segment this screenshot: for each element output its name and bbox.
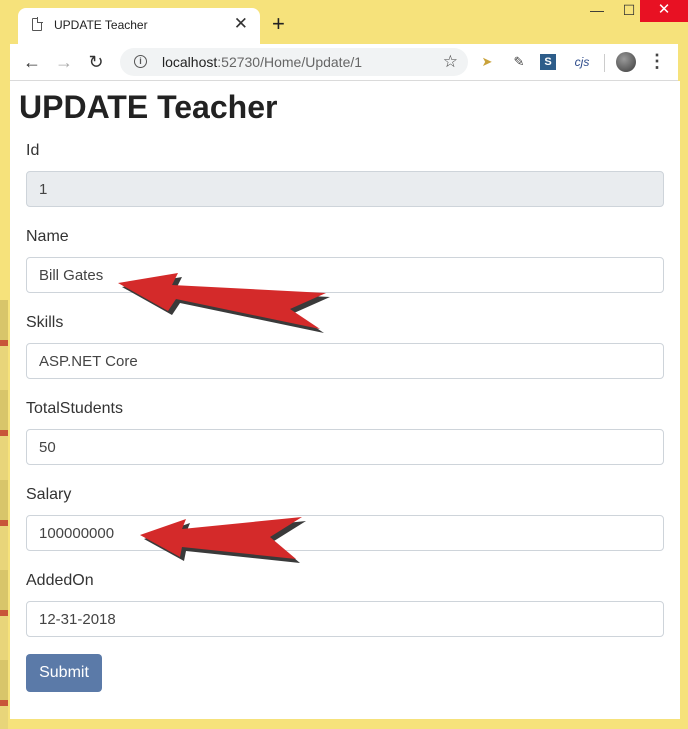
extension-tag-icon[interactable]: ➤ — [478, 52, 496, 72]
tab-strip: UPDATE Teacher ✕ + — ☐ ✕ — [0, 0, 688, 44]
name-field[interactable] — [26, 257, 664, 293]
name-label: Name — [26, 228, 69, 245]
desktop-edge — [0, 300, 8, 729]
tab-title: UPDATE Teacher — [54, 18, 148, 32]
close-icon[interactable]: ✕ — [234, 14, 248, 34]
extension-brush-icon[interactable]: ✎ — [510, 52, 528, 72]
submit-button[interactable]: Submit — [26, 654, 102, 692]
plus-icon[interactable]: + — [272, 12, 285, 36]
skills-field[interactable] — [26, 343, 664, 379]
skills-label: Skills — [26, 314, 64, 331]
back-icon[interactable]: ← — [20, 50, 44, 74]
page-title: UPDATE Teacher — [19, 89, 278, 125]
salary-field[interactable] — [26, 515, 664, 551]
page-icon — [32, 17, 43, 31]
url-text[interactable]: localhost:52730/Home/Update/1 — [162, 54, 362, 70]
added-on-label: AddedOn — [26, 572, 94, 589]
profile-avatar[interactable] — [616, 52, 636, 72]
total-students-field[interactable] — [26, 429, 664, 465]
page-content: UPDATE Teacher Id Name Skills TotalStude… — [10, 81, 680, 719]
browser-window: UPDATE Teacher ✕ + — ☐ ✕ ← → ↻ i localho… — [0, 0, 688, 729]
star-icon[interactable]: ☆ — [443, 52, 458, 72]
minimize-button[interactable]: — — [580, 0, 614, 22]
salary-label: Salary — [26, 486, 72, 503]
url-host: localhost — [162, 54, 218, 70]
extension-s-icon[interactable]: S — [540, 54, 556, 70]
url-path: :52730/Home/Update/1 — [217, 54, 363, 70]
extension-cjs-icon[interactable]: cjs — [570, 52, 594, 72]
added-on-field[interactable] — [26, 601, 664, 637]
info-icon[interactable]: i — [134, 55, 147, 68]
forward-icon[interactable]: → — [52, 50, 76, 74]
id-label: Id — [26, 142, 40, 159]
window-close-button[interactable]: ✕ — [640, 0, 688, 22]
toolbar-divider — [604, 54, 605, 72]
total-students-label: TotalStudents — [26, 400, 123, 417]
menu-icon[interactable]: ⋮ — [648, 50, 666, 72]
browser-toolbar: ← → ↻ i localhost:52730/Home/Update/1 ☆ … — [10, 44, 678, 81]
id-field[interactable] — [26, 171, 664, 207]
reload-icon[interactable]: ↻ — [84, 50, 108, 74]
browser-tab[interactable]: UPDATE Teacher ✕ — [18, 8, 260, 44]
address-bar[interactable]: i localhost:52730/Home/Update/1 ☆ — [120, 48, 468, 76]
